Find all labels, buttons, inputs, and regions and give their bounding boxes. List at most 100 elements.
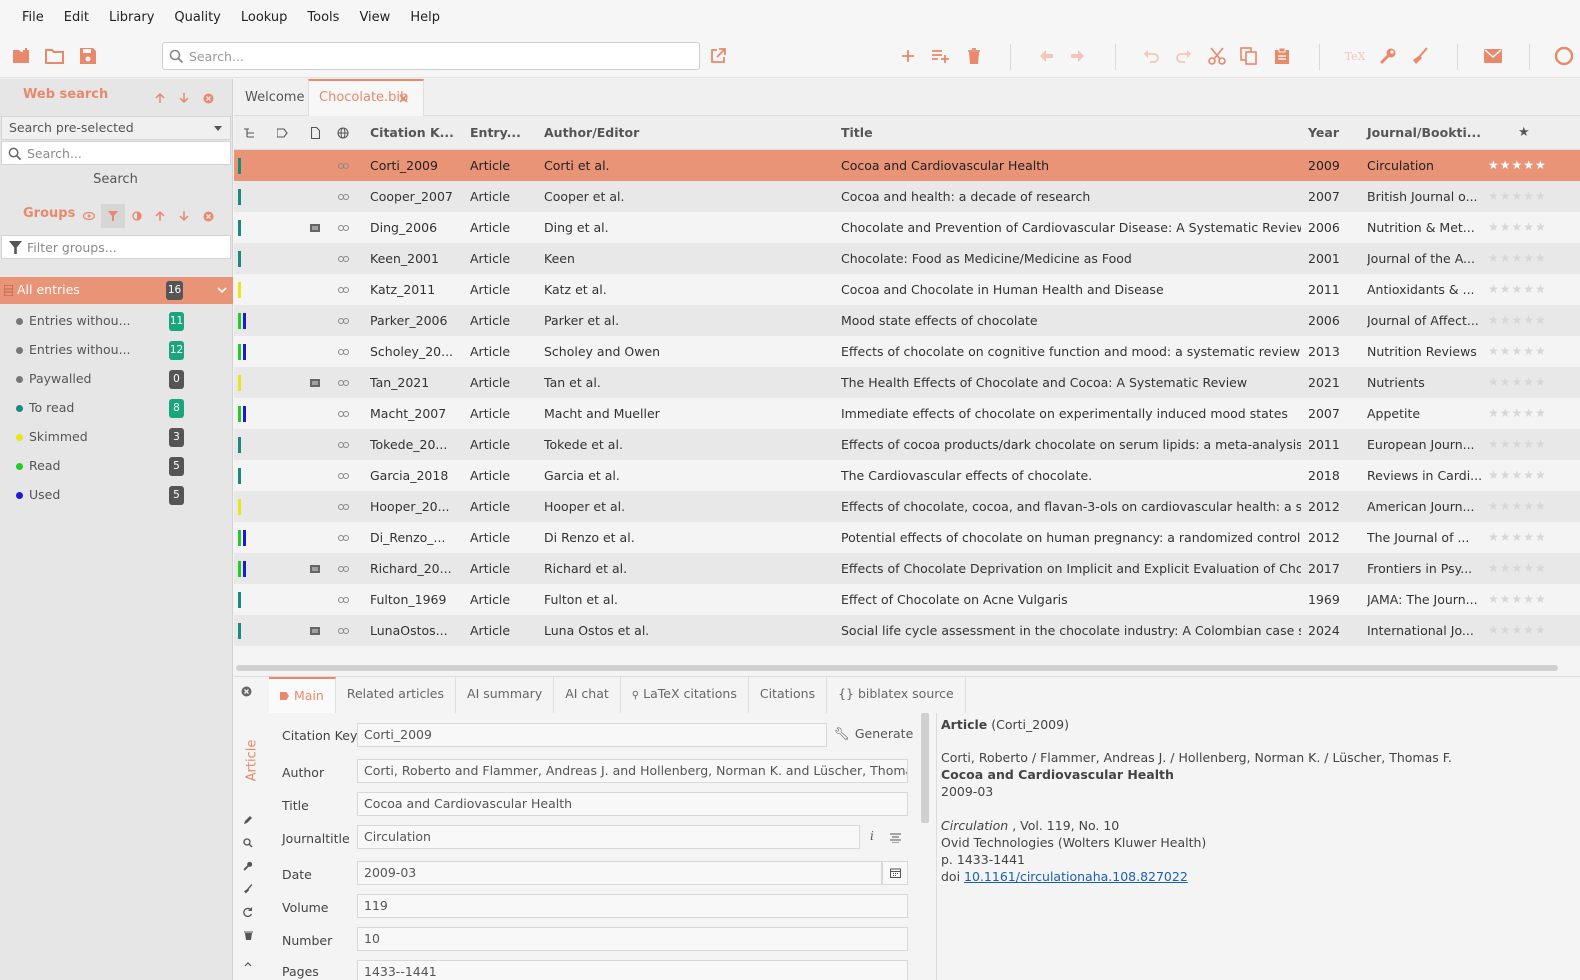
table-row[interactable]: Corti_2009 Article Corti et al. Cocoa and C… bbox=[234, 150, 1580, 181]
save-icon[interactable] bbox=[77, 45, 99, 67]
table-row[interactable]: Ding_2006 Article Ding et al. Chocolate and… bbox=[234, 212, 1580, 243]
globe-icon[interactable] bbox=[337, 127, 349, 139]
close-groups-icon[interactable] bbox=[200, 208, 216, 224]
link-icon[interactable] bbox=[338, 349, 349, 355]
table-row[interactable]: LunaOstos... Article Luna Ostos et al. Soci… bbox=[234, 615, 1580, 646]
undo-icon[interactable] bbox=[1140, 45, 1162, 67]
tab-biblatex-source[interactable]: {} biblatex source bbox=[827, 677, 966, 713]
tab-ai-summary[interactable]: AI summary bbox=[456, 677, 555, 713]
link-icon[interactable] bbox=[338, 411, 349, 417]
info-icon[interactable]: i bbox=[870, 829, 874, 843]
redo-icon[interactable] bbox=[1173, 45, 1195, 67]
rating-stars[interactable]: ★★★★★ bbox=[1488, 429, 1547, 460]
global-search-input[interactable] bbox=[189, 43, 689, 69]
column-entry-type[interactable]: Entry... bbox=[470, 116, 521, 150]
menu-tools[interactable]: Tools bbox=[297, 0, 349, 36]
web-search-input[interactable] bbox=[27, 142, 222, 164]
group-item[interactable]: Entries withou... 11 bbox=[0, 309, 233, 333]
rating-stars[interactable]: ★★★★★ bbox=[1488, 398, 1547, 429]
group-item[interactable]: Skimmed 3 bbox=[0, 425, 233, 449]
link-icon[interactable] bbox=[338, 504, 349, 510]
rating-stars[interactable]: ★★★★★ bbox=[1488, 491, 1547, 522]
column-journal[interactable]: Journal/Bookti... bbox=[1367, 116, 1481, 150]
delete-icon[interactable] bbox=[963, 45, 985, 67]
menu-view[interactable]: View bbox=[349, 0, 400, 36]
new-library-icon[interactable] bbox=[11, 45, 33, 67]
tab-latex-citations[interactable]: ⚲ LaTeX citations bbox=[621, 677, 749, 713]
tab-main[interactable]: Main bbox=[269, 677, 336, 713]
citation-key-field[interactable]: Corti_2009 bbox=[357, 723, 827, 747]
paste-icon[interactable] bbox=[1271, 45, 1293, 67]
table-row[interactable]: Tokede_20... Article Tokede et al. Effects … bbox=[234, 429, 1580, 460]
close-icon[interactable] bbox=[399, 94, 408, 103]
web-search-button[interactable]: Search bbox=[0, 172, 231, 187]
tab-ai-chat[interactable]: AI chat bbox=[554, 677, 621, 713]
table-row[interactable]: Katz_2011 Article Katz et al. Cocoa and Cho… bbox=[234, 274, 1580, 305]
table-row[interactable]: Hooper_20... Article Hooper et al. Effects … bbox=[234, 491, 1580, 522]
github-icon[interactable] bbox=[1554, 45, 1580, 67]
menu-lookup[interactable]: Lookup bbox=[231, 0, 298, 36]
link-icon[interactable] bbox=[338, 163, 349, 169]
volume-field[interactable]: 119 bbox=[357, 894, 908, 918]
rating-stars[interactable]: ★★★★★ bbox=[1488, 243, 1547, 274]
link-icon[interactable] bbox=[338, 225, 349, 231]
table-row[interactable]: Tan_2021 Article Tan et al. The Health Effe… bbox=[234, 367, 1580, 398]
close-web-search-icon[interactable] bbox=[200, 90, 216, 106]
column-year[interactable]: Year bbox=[1308, 116, 1339, 150]
trash-icon[interactable] bbox=[241, 928, 255, 942]
rating-stars[interactable]: ★★★★★ bbox=[1488, 181, 1547, 212]
table-row[interactable]: Garcia_2018 Article Garcia et al. The Cardi… bbox=[234, 460, 1580, 491]
table-row[interactable]: Richard_20... Article Richard et al. Effect… bbox=[234, 553, 1580, 584]
link-icon[interactable] bbox=[338, 535, 349, 541]
close-editor-icon[interactable] bbox=[241, 686, 252, 697]
horizontal-scrollbar[interactable] bbox=[236, 665, 1558, 671]
rating-stars[interactable]: ★★★★★ bbox=[1488, 305, 1547, 336]
tex-icon[interactable]: TeX bbox=[1344, 45, 1366, 67]
group-item[interactable]: Entries withou... 12 bbox=[0, 338, 233, 362]
menu-edit[interactable]: Edit bbox=[54, 0, 99, 36]
star-icon[interactable]: ★ bbox=[1518, 116, 1530, 150]
group-item[interactable]: Read 5 bbox=[0, 454, 233, 478]
group-item[interactable]: Paywalled 0 bbox=[0, 367, 233, 391]
refresh-icon[interactable] bbox=[241, 905, 255, 919]
pdf-file-icon[interactable] bbox=[310, 379, 320, 387]
generate-button[interactable]: 🔧︎ Generate bbox=[834, 726, 913, 742]
forward-arrow-icon[interactable] bbox=[1067, 45, 1089, 67]
copy-icon[interactable] bbox=[1238, 45, 1260, 67]
filter-icon[interactable] bbox=[101, 204, 125, 228]
wrench-icon[interactable] bbox=[1377, 45, 1399, 67]
menu-help[interactable]: Help bbox=[400, 0, 450, 36]
rating-stars[interactable]: ★★★★★ bbox=[1488, 212, 1547, 243]
column-author[interactable]: Author/Editor bbox=[544, 116, 639, 150]
menu-quality[interactable]: Quality bbox=[164, 0, 230, 36]
search-engine-select[interactable]: Search pre-selected bbox=[1, 116, 231, 140]
tree-icon[interactable] bbox=[244, 128, 255, 138]
open-folder-icon[interactable] bbox=[44, 45, 66, 67]
menu-file[interactable]: File bbox=[12, 0, 54, 36]
tab-citations[interactable]: Citations bbox=[749, 677, 828, 713]
wrench-icon[interactable] bbox=[241, 859, 255, 873]
file-icon[interactable] bbox=[311, 127, 320, 139]
column-title[interactable]: Title bbox=[841, 116, 873, 150]
link-icon[interactable] bbox=[338, 473, 349, 479]
align-icon[interactable] bbox=[890, 833, 901, 843]
eye-icon[interactable] bbox=[81, 208, 97, 224]
group-item[interactable]: Used 5 bbox=[0, 483, 233, 507]
group-item[interactable]: To read 8 bbox=[0, 396, 233, 420]
link-icon[interactable] bbox=[338, 566, 349, 572]
rating-stars[interactable]: ★★★★★ bbox=[1488, 553, 1547, 584]
table-row[interactable]: Cooper_2007 Article Cooper et al. Cocoa and… bbox=[234, 181, 1580, 212]
chevron-down-icon[interactable] bbox=[217, 287, 227, 294]
menu-library[interactable]: Library bbox=[99, 0, 164, 36]
add-list-icon[interactable] bbox=[930, 45, 952, 67]
pdf-file-icon[interactable] bbox=[310, 565, 320, 573]
link-icon[interactable] bbox=[338, 442, 349, 448]
chevron-up-icon[interactable] bbox=[241, 957, 255, 971]
rating-stars[interactable]: ★★★★★ bbox=[1488, 584, 1547, 615]
cleanup-icon[interactable] bbox=[241, 882, 255, 896]
move-up-icon[interactable] bbox=[152, 90, 168, 106]
add-entry-icon[interactable] bbox=[897, 45, 919, 67]
link-icon[interactable] bbox=[338, 287, 349, 293]
open-external-icon[interactable] bbox=[707, 45, 729, 67]
pdf-file-icon[interactable] bbox=[310, 627, 320, 635]
